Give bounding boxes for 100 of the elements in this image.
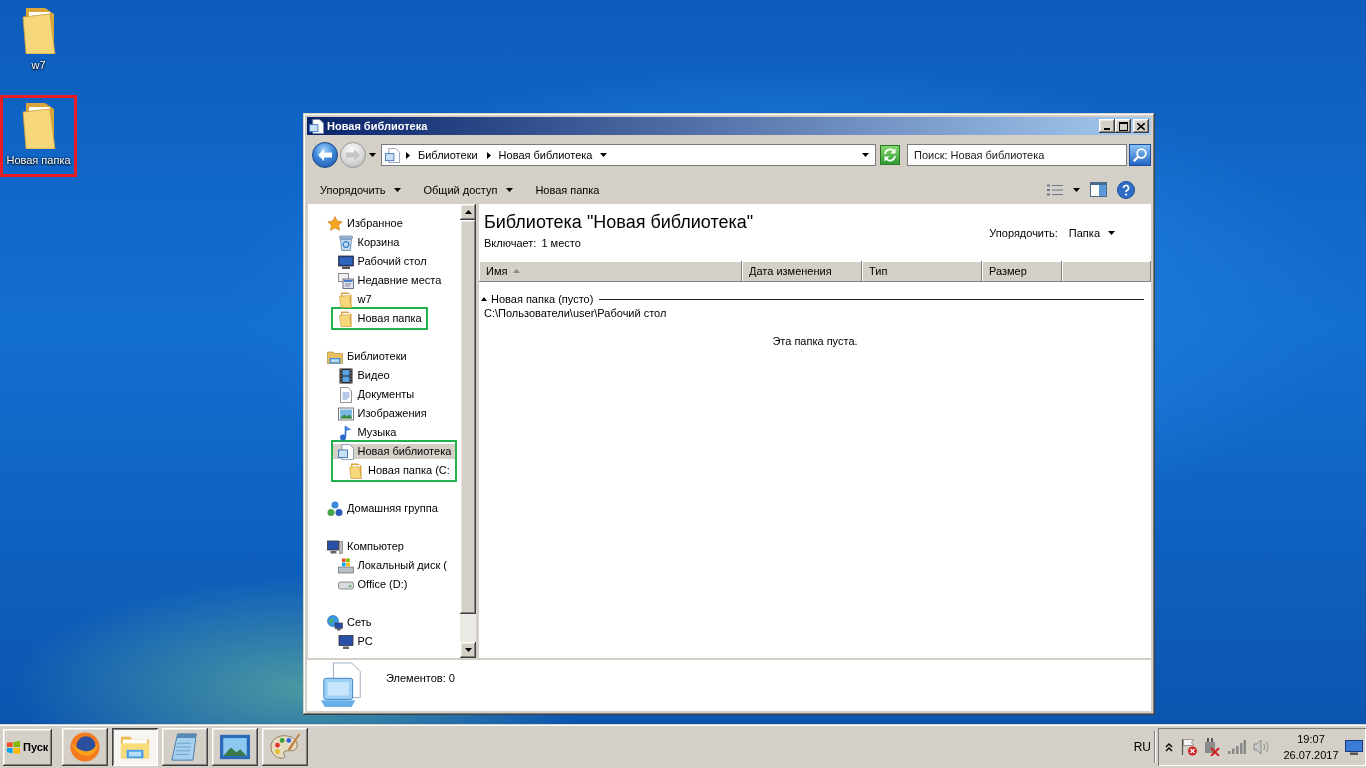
desktop-shortcut[interactable]: Новая папка — [0, 95, 77, 177]
breadcrumb-arrow-icon[interactable] — [406, 151, 410, 159]
nav-item[interactable]: Новая библиотека — [332, 444, 456, 459]
nav-item[interactable]: Корзина — [308, 235, 460, 250]
address-bar[interactable]: Библиотеки Новая библиотека — [381, 144, 876, 166]
folder-icon — [337, 310, 354, 327]
back-button[interactable] — [312, 142, 338, 168]
monitor-icon[interactable] — [1345, 739, 1363, 755]
scroll-down-button[interactable] — [460, 642, 476, 658]
nav-item[interactable]: Компьютер — [308, 539, 460, 554]
column-header[interactable]: Дата изменения — [742, 261, 862, 281]
nav-item[interactable]: Библиотеки — [308, 349, 460, 364]
caret-icon — [1108, 231, 1115, 235]
library-page-icon — [309, 118, 324, 134]
nav-item[interactable]: Новая папка — [332, 311, 426, 326]
column-header[interactable]: Имя — [479, 261, 742, 281]
document-icon — [337, 386, 354, 403]
taskbar-button[interactable] — [112, 728, 158, 766]
taskbar-button[interactable] — [162, 728, 208, 766]
toolbar-button[interactable]: Общий доступ — [415, 177, 522, 202]
close-button[interactable] — [1133, 119, 1149, 133]
search-field[interactable]: Поиск: Новая библиотека — [907, 144, 1127, 166]
picture-icon — [337, 405, 354, 422]
nav-item[interactable]: Локальный диск ( — [308, 558, 460, 573]
refresh-button[interactable] — [880, 145, 900, 165]
notepad-icon — [170, 732, 200, 762]
caret-icon — [861, 153, 869, 157]
minimize-button[interactable] — [1099, 119, 1115, 133]
start-button[interactable]: Пуск — [3, 728, 52, 766]
item-count: Элементов: 0 — [386, 671, 455, 685]
clock-date: 26.07.2017 — [1283, 748, 1339, 763]
music-note-icon — [337, 424, 354, 441]
globe-icon — [327, 614, 343, 631]
nav-item[interactable]: Домашняя группа — [308, 501, 460, 516]
stacked-windows-icon — [337, 272, 354, 289]
toolbar-button[interactable]: Упорядочить — [312, 177, 410, 202]
nav-item[interactable]: Изображения — [308, 406, 460, 421]
library-page-icon — [385, 147, 400, 163]
arrow-left-icon — [318, 149, 332, 161]
column-header[interactable]: Тип — [862, 261, 982, 281]
caret-icon — [600, 153, 608, 157]
refresh-icon — [883, 148, 897, 162]
group-header[interactable]: Новая папка (пусто) — [481, 292, 594, 306]
caret-icon — [506, 187, 514, 192]
column-header[interactable]: Размер — [982, 261, 1062, 281]
nav-item[interactable]: Рабочий стол — [308, 254, 460, 269]
nav-item[interactable]: PC — [308, 634, 460, 649]
nav-item[interactable]: Избранное — [308, 216, 460, 231]
palette-icon — [270, 732, 300, 762]
nav-item[interactable]: Сеть — [308, 615, 460, 630]
picture-icon — [220, 732, 250, 762]
double-chevron-icon[interactable] — [1165, 742, 1173, 752]
breadcrumb-arrow-icon[interactable] — [486, 151, 491, 159]
help-icon — [1117, 180, 1135, 199]
library-folder-icon — [327, 348, 343, 365]
taskbar-button[interactable] — [212, 728, 258, 766]
taskbar-button[interactable] — [262, 728, 308, 766]
language-indicator[interactable]: RU — [1133, 740, 1151, 754]
arrange-dropdown[interactable]: Папка — [1068, 226, 1115, 240]
search-icon — [1133, 148, 1147, 162]
hard-drive-icon — [337, 557, 354, 574]
nav-item[interactable]: Office (D:) — [308, 577, 460, 592]
locations-link[interactable]: 1 место — [541, 236, 581, 250]
breadcrumb-item[interactable]: Новая библиотека — [495, 147, 596, 163]
nav-item[interactable]: Документы — [308, 387, 460, 402]
nav-item[interactable]: Музыка — [308, 425, 460, 440]
breadcrumb-item[interactable]: Библиотеки — [415, 147, 481, 163]
screen-icon — [337, 253, 354, 270]
clock[interactable]: 19:07 26.07.2017 — [1280, 731, 1342, 763]
nav-item[interactable]: Видео — [308, 368, 460, 383]
folder-path: C:\Пользователи\user\Рабочий стол — [484, 307, 667, 319]
flag-error-icon[interactable] — [1180, 738, 1198, 756]
arrow-right-icon — [346, 149, 360, 161]
folder-icon — [337, 291, 354, 308]
nav-item[interactable]: Новая папка (C: — [332, 463, 456, 478]
computer-icon — [327, 538, 343, 555]
caret-icon — [1073, 187, 1080, 192]
plug-error-icon[interactable] — [1203, 738, 1220, 756]
maximize-button[interactable] — [1115, 119, 1131, 133]
includes-label: Включает: — [484, 236, 537, 250]
folder-icon — [21, 103, 56, 149]
arrange-label: Упорядочить: — [989, 226, 1058, 240]
taskbar-button[interactable] — [62, 728, 108, 766]
maximize-icon — [1118, 121, 1128, 131]
desktop-shortcut[interactable]: w7 — [0, 0, 77, 82]
folder-icon — [21, 8, 56, 54]
close-icon — [1137, 122, 1145, 130]
pane-icon — [1090, 182, 1107, 197]
sort-arrow-icon — [513, 269, 521, 273]
caret-icon — [394, 187, 402, 192]
star-icon — [327, 215, 343, 232]
scroll-up-button[interactable] — [460, 204, 476, 220]
list-view-icon — [1047, 183, 1063, 196]
nav-item[interactable]: Недавние места — [308, 273, 460, 288]
library-title: Библиотека "Новая библиотека" — [484, 211, 754, 233]
nav-item[interactable]: w7 — [308, 292, 460, 307]
spheres-icon — [327, 500, 343, 517]
toolbar-button[interactable]: Новая папка — [527, 177, 608, 202]
library-page-icon — [337, 443, 354, 460]
search-button[interactable] — [1129, 144, 1151, 166]
